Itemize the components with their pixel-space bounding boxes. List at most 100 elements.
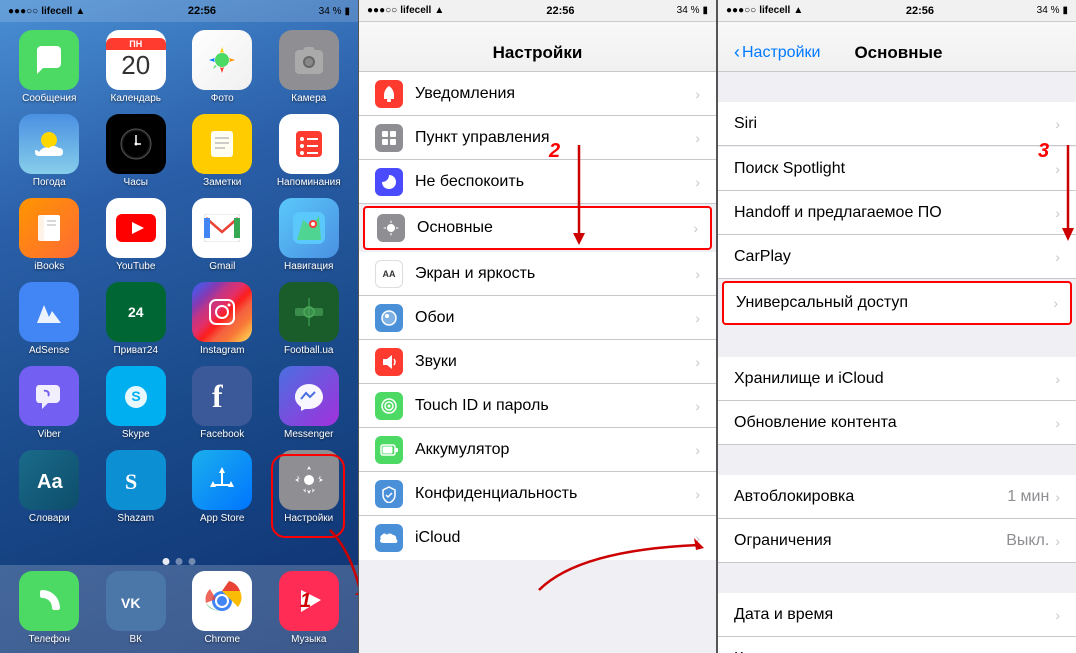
row-handoff[interactable]: Handoff и предлагаемое ПО › — [718, 191, 1076, 235]
app-skype[interactable]: S Skype — [97, 366, 176, 440]
app-messenger[interactable]: Messenger — [270, 366, 349, 440]
dock-vk[interactable]: VK ВК — [97, 571, 176, 645]
app-viber[interactable]: Viber — [10, 366, 89, 440]
settings-icon — [279, 450, 339, 510]
privat-icon: 24 — [106, 282, 166, 342]
row-control[interactable]: Пункт управления › — [359, 116, 716, 160]
app-appstore[interactable]: App Store — [183, 450, 262, 524]
row-access[interactable]: Универсальный доступ › — [722, 281, 1072, 325]
shazam-icon: S — [106, 450, 166, 510]
access-label: Универсальный доступ — [736, 294, 1053, 312]
svg-text:Aa: Aa — [37, 471, 63, 493]
shazam-label: Shazam — [117, 513, 154, 524]
access-chevron: › — [1053, 295, 1058, 311]
clock-icon — [106, 114, 166, 174]
dock-music[interactable]: Музыка — [270, 571, 349, 645]
dock-phone[interactable]: Телефон — [10, 571, 89, 645]
app-calendar[interactable]: ПН 20 Календарь — [97, 30, 176, 104]
gmail-icon — [192, 198, 252, 258]
row-icloud[interactable]: iCloud › — [359, 516, 716, 560]
app-shazam[interactable]: S Shazam — [97, 450, 176, 524]
row-datetime[interactable]: Дата и время › — [718, 593, 1076, 637]
wifi-icon-2: ▲ — [434, 5, 444, 16]
icloud-icon — [375, 524, 403, 552]
reminders-icon — [279, 114, 339, 174]
app-settings[interactable]: Настройки — [270, 450, 349, 524]
app-instagram[interactable]: Instagram — [183, 282, 262, 356]
dnd-chevron: › — [695, 174, 700, 190]
row-display[interactable]: AA Экран и яркость › — [359, 252, 716, 296]
phone-dock-icon — [19, 571, 79, 631]
wifi-icon: ▲ — [75, 6, 85, 17]
app-grid: Сообщения ПН 20 Календарь Фот — [0, 22, 358, 532]
photos-label: Фото — [211, 93, 234, 104]
battery-area-2: 34 % ▮ — [677, 5, 708, 16]
app-youtube[interactable]: YouTube — [97, 198, 176, 272]
dock-chrome[interactable]: Chrome — [183, 571, 262, 645]
wallpaper-chevron: › — [695, 310, 700, 326]
row-autolock[interactable]: Автоблокировка 1 мин › — [718, 475, 1076, 519]
facebook-icon: f — [192, 366, 252, 426]
app-football[interactable]: Football.ua — [270, 282, 349, 356]
icloud-label: iCloud — [415, 529, 683, 547]
row-wallpaper[interactable]: Обои › — [359, 296, 716, 340]
app-messages[interactable]: Сообщения — [10, 30, 89, 104]
battery-icon: ▮ — [344, 6, 350, 17]
settings-header: Настройки — [359, 22, 716, 72]
back-button[interactable]: ‹ Настройки — [734, 42, 820, 63]
battery-icon-2: ▮ — [702, 5, 708, 16]
row-privacy[interactable]: Конфиденциальность › — [359, 472, 716, 516]
app-maps[interactable]: Навигация — [270, 198, 349, 272]
football-label: Football.ua — [284, 345, 333, 356]
signal-dots-2: ●●●○○ — [367, 5, 397, 16]
datetime-label: Дата и время — [734, 606, 1055, 624]
appstore-icon — [192, 450, 252, 510]
row-general[interactable]: Основные › — [363, 206, 712, 250]
notes-label: Заметки — [203, 177, 241, 188]
ibooks-label: iBooks — [34, 261, 64, 272]
row-notifications[interactable]: Уведомления › — [359, 72, 716, 116]
app-ibooks[interactable]: iBooks — [10, 198, 89, 272]
sounds-icon — [375, 348, 403, 376]
slovari-icon: Aa — [19, 450, 79, 510]
row-siri[interactable]: Siri › — [718, 102, 1076, 146]
general-list: Siri › Поиск Spotlight › Handoff и предл… — [718, 72, 1076, 653]
row-restrict[interactable]: Ограничения Выкл. › — [718, 519, 1076, 563]
autolock-chevron: › — [1055, 489, 1060, 505]
spotlight-label: Поиск Spotlight — [734, 160, 1055, 178]
row-spotlight[interactable]: Поиск Spotlight › — [718, 147, 1076, 191]
app-reminders[interactable]: Напоминания — [270, 114, 349, 188]
restrict-chevron: › — [1055, 533, 1060, 549]
app-camera[interactable]: Камера — [270, 30, 349, 104]
messages-icon — [19, 30, 79, 90]
app-facebook[interactable]: f Facebook — [183, 366, 262, 440]
svg-text:S: S — [131, 388, 140, 404]
app-adsense[interactable]: AdSense — [10, 282, 89, 356]
app-clock[interactable]: Часы — [97, 114, 176, 188]
carrier-name-3: lifecell — [759, 5, 790, 16]
weather-icon — [19, 114, 79, 174]
row-carplay[interactable]: CarPlay › — [718, 235, 1076, 279]
row-keyboard[interactable]: Клавиатура › — [718, 637, 1076, 653]
row-dnd[interactable]: Не беспокоить › — [359, 160, 716, 204]
row-sounds[interactable]: Звуки › — [359, 340, 716, 384]
camera-label: Камера — [291, 93, 326, 104]
row-storage[interactable]: Хранилище и iCloud › — [718, 357, 1076, 401]
display-chevron: › — [695, 266, 700, 282]
skype-label: Skype — [122, 429, 150, 440]
row-battery[interactable]: Аккумулятор › — [359, 428, 716, 472]
app-photos[interactable]: Фото — [183, 30, 262, 104]
app-notes[interactable]: Заметки — [183, 114, 262, 188]
app-weather[interactable]: Погода — [10, 114, 89, 188]
app-slovari[interactable]: Aa Словари — [10, 450, 89, 524]
row-update[interactable]: Обновление контента › — [718, 401, 1076, 445]
app-privat[interactable]: 24 Приват24 — [97, 282, 176, 356]
app-gmail[interactable]: Gmail — [183, 198, 262, 272]
maps-label: Навигация — [284, 261, 333, 272]
row-touch[interactable]: Touch ID и пароль › — [359, 384, 716, 428]
battery-icon-row — [375, 436, 403, 464]
weather-label: Погода — [33, 177, 66, 188]
phone3-general: ●●●○○ lifecell ▲ 22:56 34 % ▮ ‹ Настройк… — [717, 0, 1076, 653]
battery-text-3: 34 % — [1037, 5, 1060, 16]
section-gap-4 — [718, 445, 1076, 475]
